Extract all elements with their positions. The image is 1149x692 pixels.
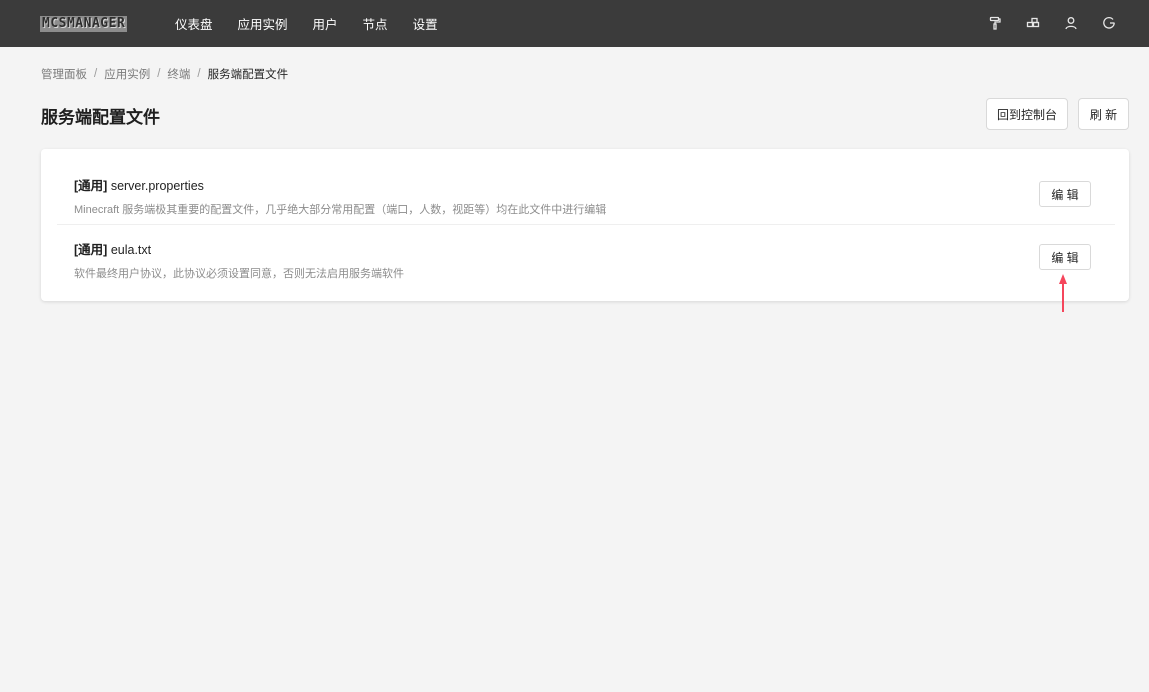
nav-item-settings[interactable]: 设置 — [413, 14, 438, 33]
file-name: eula.txt — [110, 243, 152, 257]
file-description: Minecraft 服务端极其重要的配置文件，几乎绝大部分常用配置（端口，人数，… — [74, 204, 607, 216]
file-tag: [通用] — [74, 179, 108, 193]
mcsmanager-logo[interactable]: MCSMANAGER — [40, 16, 128, 32]
annotation-arrow-icon — [1059, 274, 1067, 312]
list-item: [通用] eula.txt 软件最终用户协议，此协议必须设置同意，否则无法启用服… — [57, 231, 1115, 289]
breadcrumb-separator: / — [157, 68, 161, 80]
breadcrumb-separator: / — [197, 68, 201, 80]
nav-item-dashboard[interactable]: 仪表盘 — [175, 14, 213, 33]
breadcrumb-item-terminal[interactable]: 终端 — [167, 66, 190, 82]
file-title: [通用] eula.txt — [74, 239, 151, 258]
breadcrumb-item-panel[interactable]: 管理面板 — [41, 66, 87, 82]
config-file-list: [通用] server.properties Minecraft 服务端极其重要… — [41, 149, 1129, 301]
file-title: [通用] server.properties — [74, 175, 204, 194]
network-icon[interactable] — [1025, 15, 1041, 31]
page-title: 服务端配置文件 — [41, 108, 160, 127]
edit-eula-button[interactable]: 编 辑 — [1039, 244, 1091, 270]
user-icon[interactable] — [1063, 15, 1079, 31]
nav-item-nodes[interactable]: 节点 — [363, 14, 388, 33]
back-to-console-button[interactable]: 回到控制台 — [986, 98, 1068, 130]
file-name: server.properties — [110, 179, 204, 193]
breadcrumb-separator: / — [94, 68, 98, 80]
refresh-button[interactable]: 刷 新 — [1078, 98, 1129, 130]
breadcrumb-item-instances[interactable]: 应用实例 — [104, 66, 150, 82]
logout-icon[interactable] — [1101, 15, 1117, 31]
paint-roller-icon[interactable] — [987, 15, 1003, 31]
nav-item-instances[interactable]: 应用实例 — [238, 14, 288, 33]
breadcrumb-current: 服务端配置文件 — [207, 69, 289, 81]
file-description: 软件最终用户协议，此协议必须设置同意，否则无法启用服务端软件 — [74, 268, 404, 280]
breadcrumb: 管理面板 / 应用实例 / 终端 / 服务端配置文件 — [41, 66, 288, 82]
top-navbar: MCSMANAGER 仪表盘 应用实例 用户 节点 设置 — [0, 0, 1149, 47]
edit-server-properties-button[interactable]: 编 辑 — [1039, 181, 1091, 207]
list-item: [通用] server.properties Minecraft 服务端极其重要… — [57, 167, 1115, 225]
top-icon-group — [965, 15, 1117, 31]
file-tag: [通用] — [74, 243, 108, 257]
nav-item-users[interactable]: 用户 — [313, 14, 338, 33]
main-nav: 仪表盘 应用实例 用户 节点 设置 — [175, 0, 463, 47]
